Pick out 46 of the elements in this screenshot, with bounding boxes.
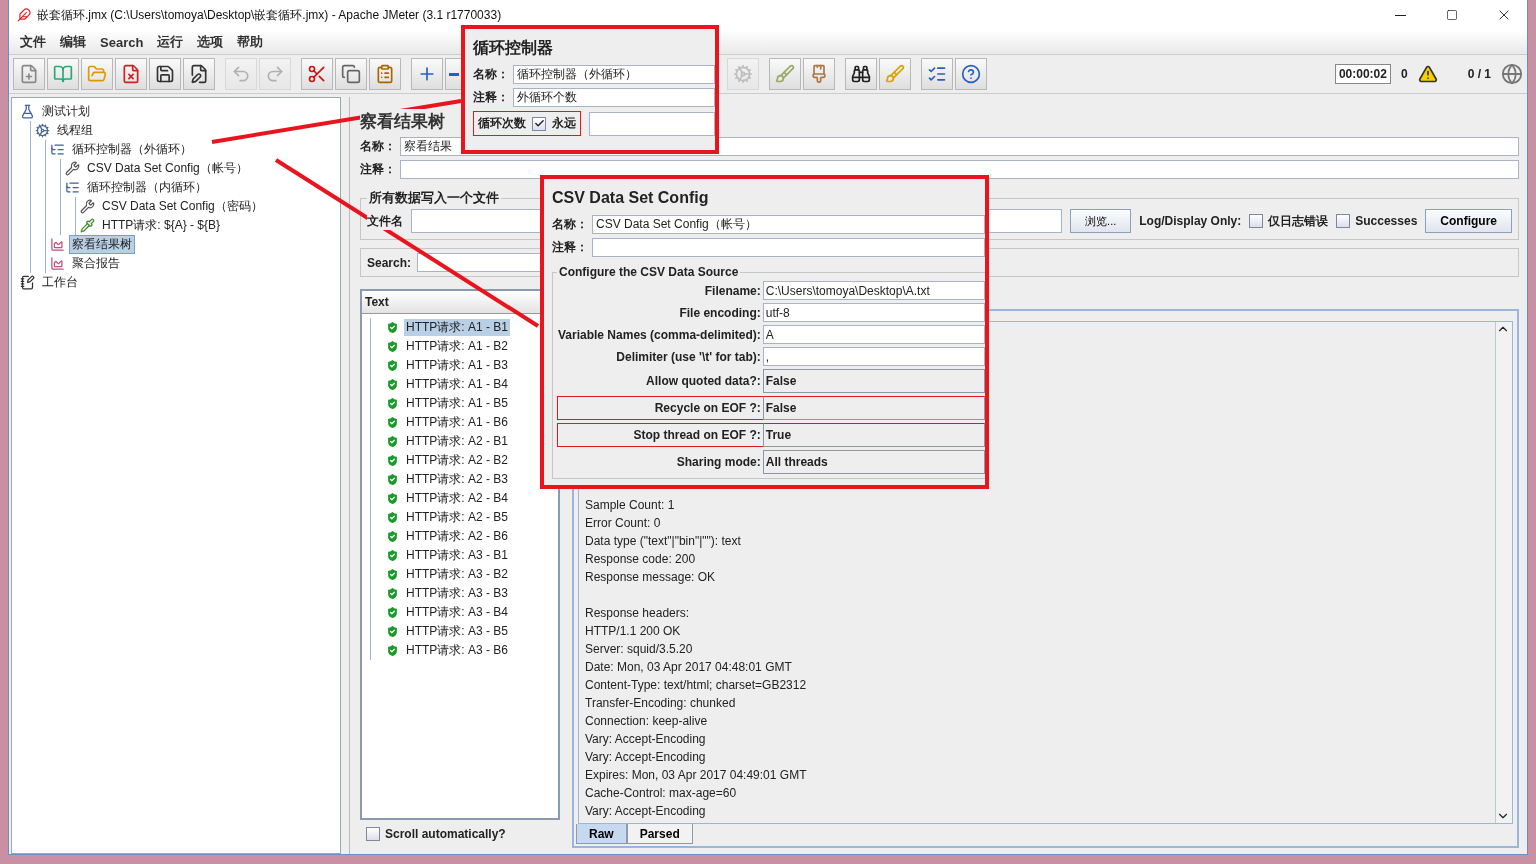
field-label: File encoding: bbox=[678, 304, 762, 322]
field-label: 文件名 bbox=[367, 212, 403, 230]
panel-title: 察看结果树 bbox=[360, 109, 445, 133]
response-text: Transfer-Encoding: chunked bbox=[585, 696, 736, 712]
warning-count: 0 bbox=[1400, 67, 1408, 81]
response-text: Sample Count: 1 bbox=[585, 498, 675, 514]
response-text: Vary: Accept-Encoding bbox=[585, 732, 706, 748]
response-text: Response code: 200 bbox=[585, 552, 696, 568]
field-label: Search: bbox=[367, 255, 412, 270]
window-title: 嵌套循环.jmx (C:\Users\tomoya\Desktop\嵌套循环.jmx) - Apache JMeter (3.1 r1770033) bbox=[37, 6, 503, 24]
panel-title: 循环控制器 bbox=[473, 37, 554, 58]
group-title: Configure the CSV Data Source bbox=[558, 265, 740, 279]
field-label: 名称： bbox=[552, 216, 588, 233]
response-text: Error Count: 0 bbox=[585, 516, 661, 532]
field-label: 循环次数 bbox=[478, 115, 526, 132]
field-label: Delimiter (use '\t' for tab): bbox=[615, 348, 762, 366]
panel-title: CSV Data Set Config bbox=[552, 188, 710, 208]
response-text: Response message: OK bbox=[585, 570, 716, 586]
response-text: Content-Type: text/html; charset=GB2312 bbox=[585, 678, 807, 694]
response-text: Date: Mon, 03 Apr 2017 04:48:01 GMT bbox=[585, 660, 792, 676]
field-label: Log/Display Only: bbox=[1139, 214, 1242, 228]
response-text: Vary: Accept-Encoding bbox=[585, 804, 706, 820]
response-text: Connection: keep-alive bbox=[585, 714, 708, 730]
checkbox-label: Successes bbox=[1355, 214, 1418, 228]
elapsed-time: 00:00:02 bbox=[1334, 64, 1391, 84]
response-text: HTTP/1.1 200 OK bbox=[585, 624, 681, 640]
response-text: Data type ("text"|"bin"|""): text bbox=[585, 534, 741, 550]
field-label: 注释： bbox=[473, 89, 509, 106]
checkbox-label: 仅日志错误 bbox=[1268, 212, 1329, 230]
field-label: 名称： bbox=[473, 66, 509, 83]
response-text: Cache-Control: max-age=60 bbox=[585, 786, 737, 802]
field-label: Stop thread on EOF ?: bbox=[557, 423, 763, 447]
response-text: Response headers: bbox=[585, 606, 690, 622]
response-text: Vary: Accept-Encoding bbox=[585, 750, 706, 766]
group-title: 所有数据写入一个文件 bbox=[368, 189, 500, 207]
field-label: Recycle on EOF ?: bbox=[557, 396, 763, 420]
field-label: 注释： bbox=[552, 239, 588, 256]
thread-count: 0 / 1 bbox=[1467, 67, 1491, 81]
checkbox-label: 永远 bbox=[552, 115, 576, 132]
response-text: Server: squid/3.5.20 bbox=[585, 642, 693, 658]
field-label: Filename: bbox=[703, 282, 762, 300]
field-label: Variable Names (comma-delimited): bbox=[557, 326, 762, 344]
field-label: Sharing mode: bbox=[675, 454, 762, 471]
response-text: Expires: Mon, 03 Apr 2017 04:49:01 GMT bbox=[585, 768, 807, 784]
checkbox-label: Scroll automatically? bbox=[385, 827, 506, 841]
field-label: Allow quoted data?: bbox=[645, 373, 762, 390]
